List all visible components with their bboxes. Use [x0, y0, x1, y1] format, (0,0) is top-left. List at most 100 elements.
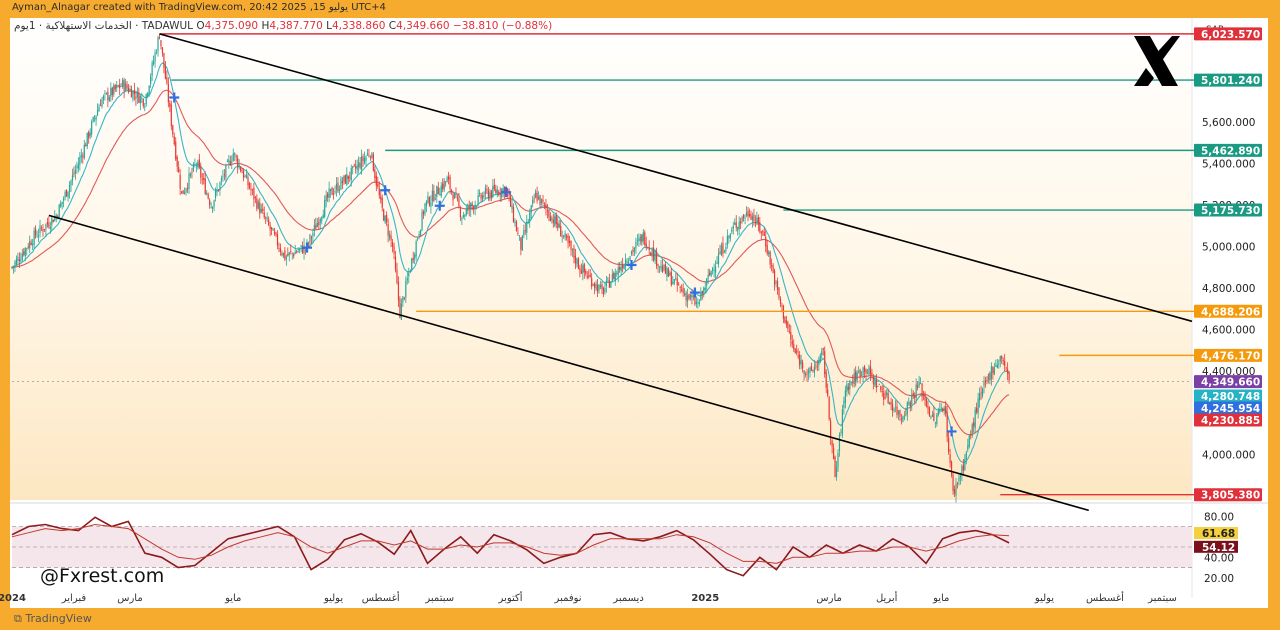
candle-body — [679, 287, 681, 288]
candle-body — [158, 37, 161, 39]
candle-body — [27, 246, 29, 248]
candle-body — [883, 392, 885, 400]
candle-body — [425, 200, 428, 206]
candle-body — [781, 305, 783, 306]
candle-body — [353, 164, 355, 166]
x-tick-label: ديسمبر — [612, 593, 643, 604]
candle-body — [234, 153, 236, 156]
candle-body — [313, 224, 315, 231]
candle-body — [182, 190, 184, 195]
candle-body — [406, 278, 408, 281]
candle-body — [244, 176, 246, 177]
candle-body — [474, 204, 476, 210]
candle-body — [747, 210, 749, 217]
candle-body — [201, 178, 203, 180]
price-tick-label: 4,000.000 — [1202, 449, 1255, 461]
candle-body — [452, 194, 454, 201]
candle-body — [473, 206, 475, 210]
candle-body — [962, 465, 964, 471]
candle-body — [154, 52, 156, 62]
candle-body — [998, 362, 1000, 364]
candle-body — [60, 203, 62, 207]
candle-body — [107, 91, 109, 101]
candle-body — [880, 386, 882, 390]
candle-body — [381, 198, 383, 208]
candle-body — [595, 283, 597, 290]
candle-body — [111, 87, 113, 96]
candle-body — [294, 251, 296, 255]
candle-body — [200, 166, 202, 178]
candle-body — [493, 184, 495, 190]
candle-body — [523, 230, 525, 236]
candle-body — [383, 209, 385, 221]
candle-body — [812, 370, 814, 372]
candle-body — [207, 194, 209, 199]
candle-body — [995, 365, 997, 367]
candle-body — [394, 256, 397, 270]
candle-body — [548, 209, 550, 217]
candle-body — [769, 251, 771, 265]
candle-body — [633, 247, 636, 252]
rsi-tick-label: 20.00 — [1204, 573, 1234, 585]
candle-body — [869, 366, 872, 376]
candle-body — [32, 243, 34, 246]
candle-body — [537, 196, 540, 200]
candle-body — [126, 84, 128, 89]
candle-body — [921, 383, 923, 397]
candle-body — [155, 52, 158, 54]
candle-body — [756, 217, 758, 224]
candle-body — [796, 350, 798, 353]
candle-body — [754, 221, 756, 224]
candle-body — [822, 348, 824, 351]
candle-body — [738, 221, 740, 229]
candle-body — [256, 198, 258, 209]
candle-body — [281, 253, 283, 255]
candle-body — [322, 214, 324, 219]
candle-body — [369, 156, 372, 158]
candle-body — [903, 416, 905, 419]
x-tick-label: فبراير — [61, 593, 87, 604]
candle-body — [582, 265, 584, 274]
candle-body — [150, 76, 152, 85]
candle-body — [558, 223, 560, 228]
tradingview-icon: ⧉ — [14, 612, 26, 625]
brand-x-logo — [1128, 32, 1184, 94]
open-value: 4,375.090 — [204, 20, 259, 32]
candle-body — [818, 359, 820, 366]
candle-body — [487, 190, 490, 199]
candle-body — [697, 302, 699, 304]
candle-body — [545, 204, 547, 209]
candle-body — [213, 200, 215, 207]
candle-body — [461, 218, 463, 220]
candle-body — [495, 189, 497, 193]
x-tick-label: 2025 — [691, 593, 719, 604]
candle-body — [819, 355, 821, 362]
candle-body — [840, 431, 842, 433]
candle-body — [175, 141, 177, 160]
candle-body — [989, 372, 991, 380]
candle-body — [498, 192, 500, 195]
candle-body — [776, 280, 779, 290]
candle-body — [114, 85, 116, 90]
candle-body — [762, 230, 764, 232]
candle-body — [530, 205, 532, 214]
candle-body — [816, 366, 818, 368]
candle-body — [924, 393, 926, 401]
candle-body — [52, 219, 54, 223]
candle-body — [511, 205, 513, 210]
candle-body — [43, 229, 46, 230]
candle-body — [973, 422, 975, 427]
candle-body — [1007, 369, 1009, 374]
candle-body — [834, 456, 836, 478]
candle-body — [386, 214, 388, 223]
candle-body — [832, 447, 835, 459]
candle-body — [751, 216, 754, 221]
candle-body — [737, 226, 739, 231]
candle-body — [915, 384, 917, 398]
candle-body — [77, 164, 79, 169]
chart-svg[interactable]: SAR5,600.0005,400.0005,200.0005,000.0004… — [0, 0, 1280, 630]
candle-body — [900, 418, 903, 420]
candle-body — [489, 192, 491, 200]
candle-body — [349, 177, 351, 179]
candle-body — [785, 320, 787, 325]
